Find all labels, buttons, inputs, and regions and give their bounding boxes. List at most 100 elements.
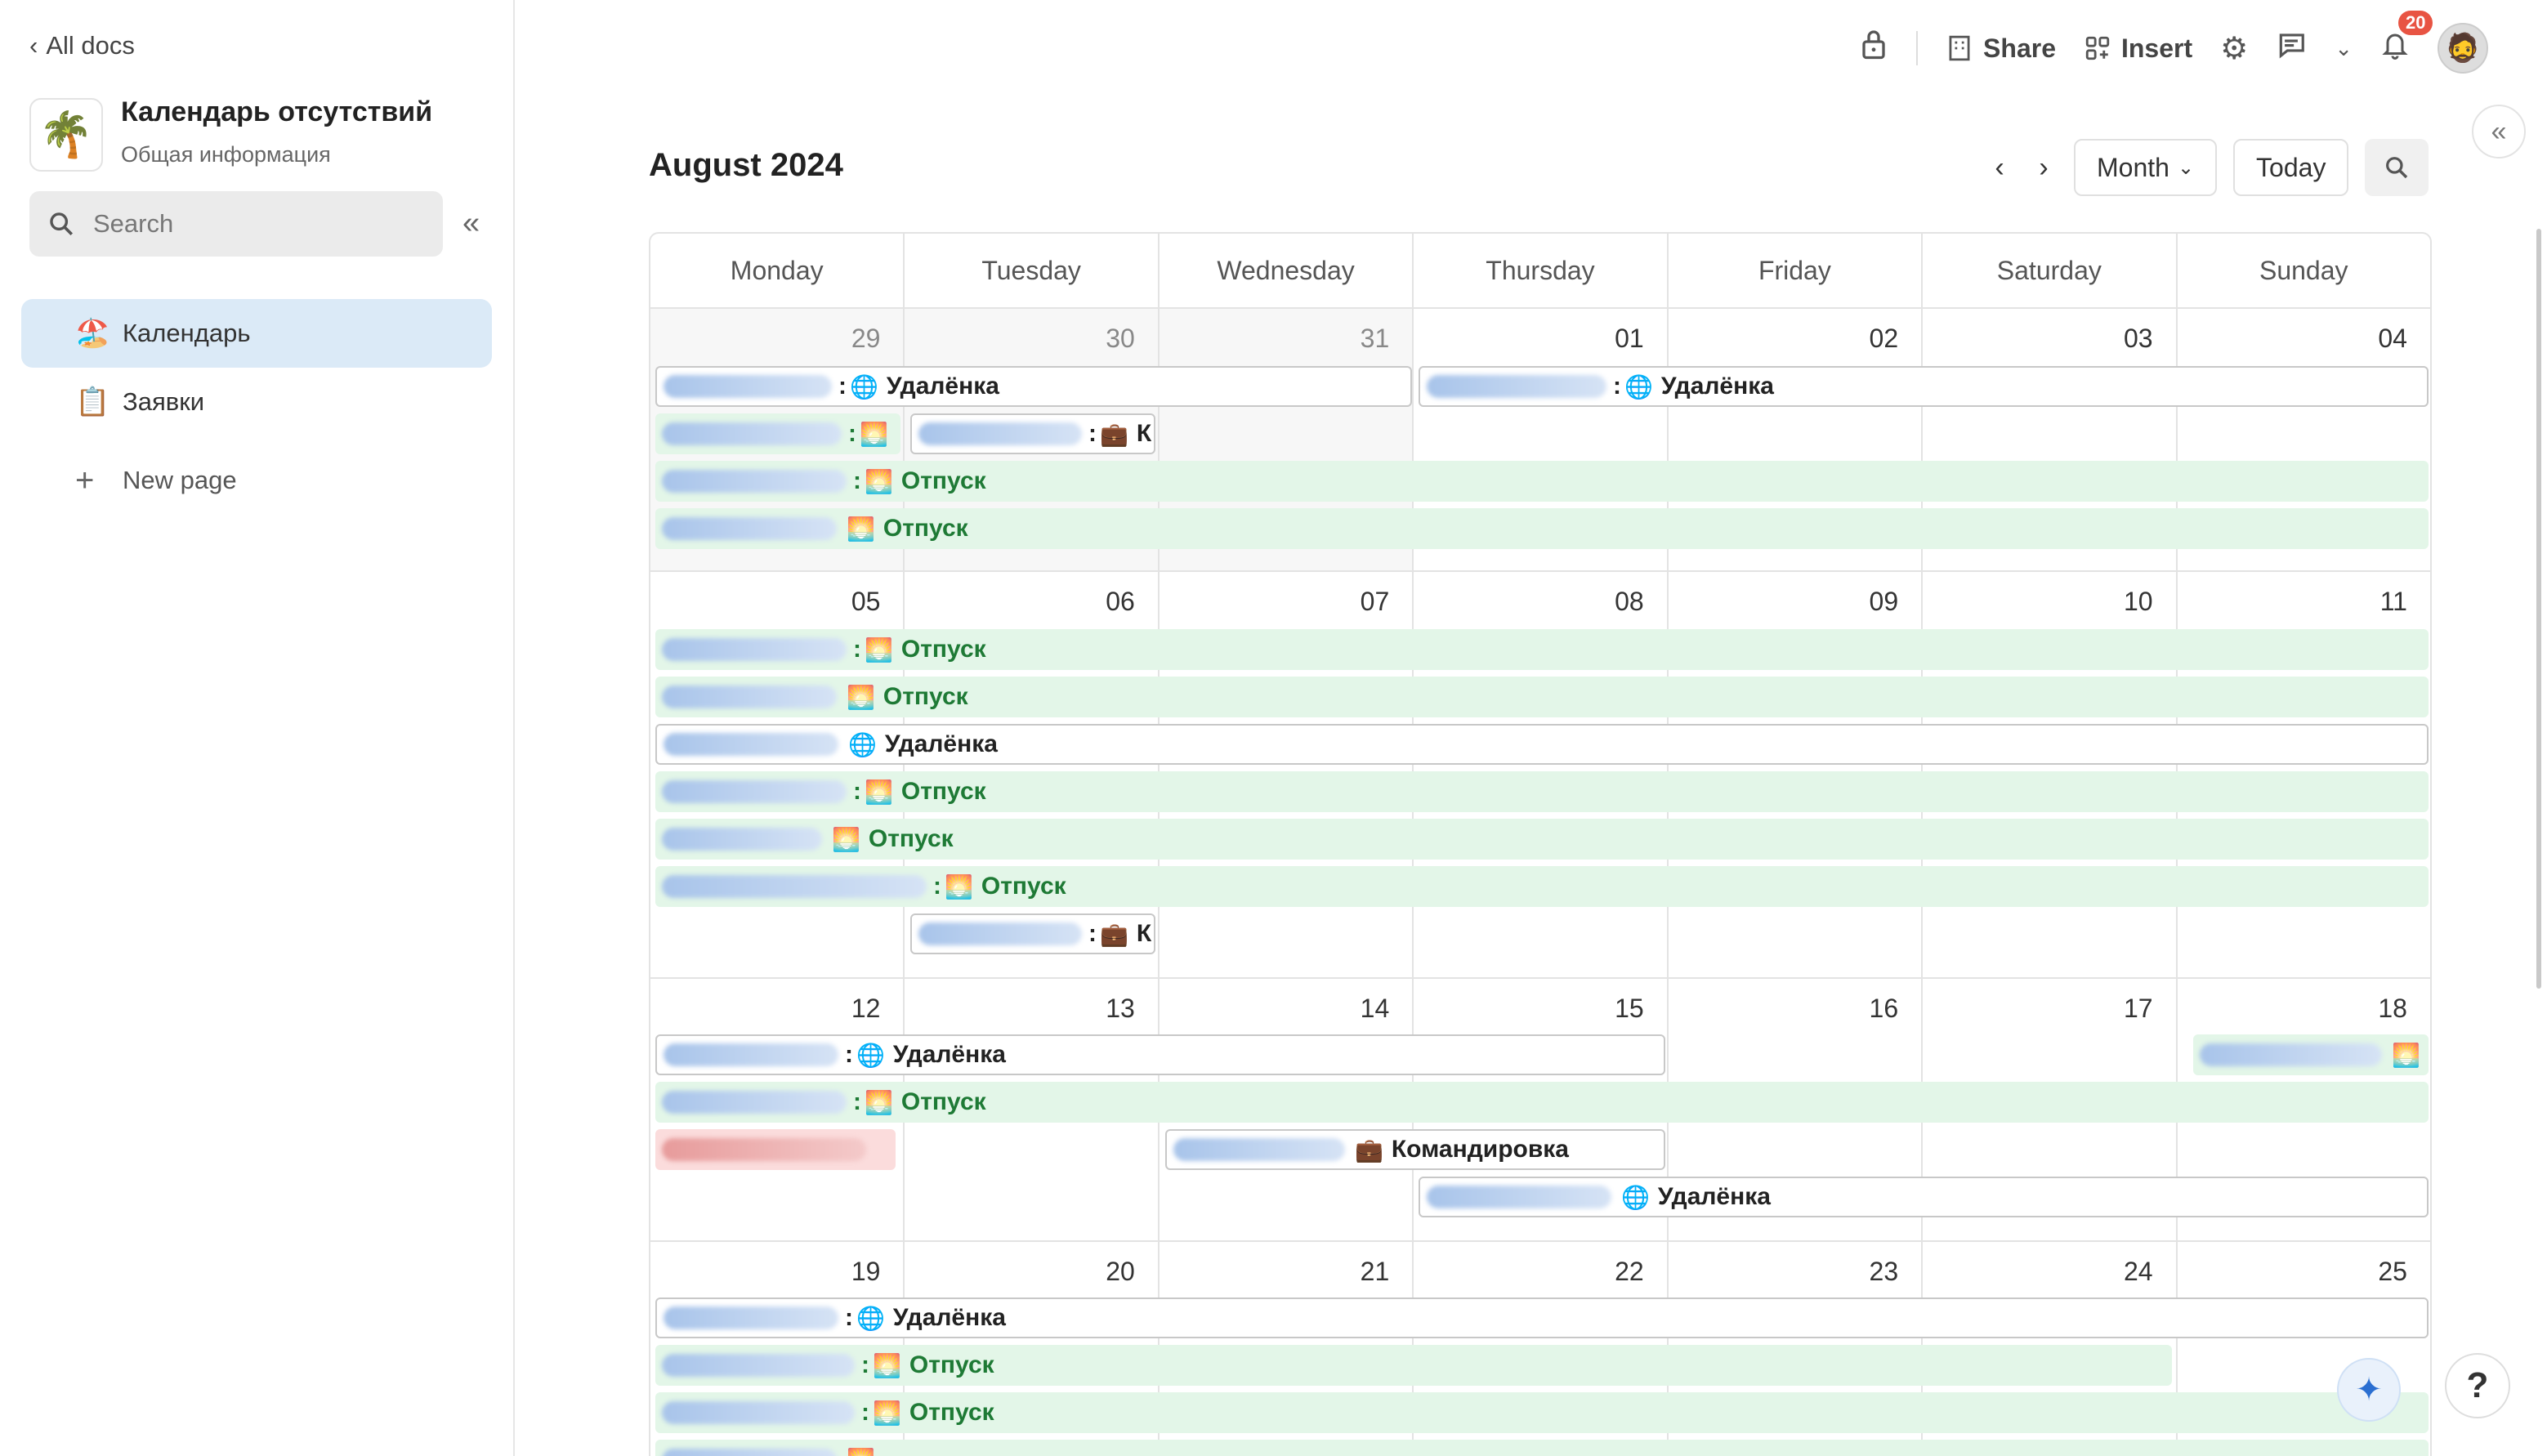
today-button[interactable]: Today — [2233, 139, 2349, 196]
view-select[interactable]: Month ⌄ — [2074, 139, 2218, 196]
sunset-icon: 🌅 — [847, 516, 875, 542]
weekday-label: Sunday — [2259, 255, 2348, 285]
next-month-icon[interactable]: › — [2030, 152, 2058, 184]
event-label: Отпуск — [900, 467, 986, 494]
today-label: Today — [2256, 152, 2326, 182]
event-remote[interactable]: : 🌐 Удалёнка — [1419, 366, 2429, 407]
event-vacation[interactable]: : 🌅 Отпуск — [655, 1082, 2429, 1123]
event-vacation[interactable]: 🌅 — [655, 1440, 2429, 1456]
calendar-search-icon[interactable] — [2365, 139, 2429, 196]
blurred-name — [918, 922, 1082, 945]
weekday-header: Monday Tuesday Wednesday Thursday Friday… — [650, 234, 2430, 309]
sidebar-item-label: Календарь — [123, 319, 251, 347]
event-vacation[interactable]: : 🌅 Отпуск — [655, 461, 2429, 502]
sidebar-item-calendar[interactable]: 🏖️ Календарь — [21, 299, 492, 368]
collapse-right-panel-icon[interactable]: « — [2472, 105, 2526, 159]
lock-icon[interactable] — [1859, 28, 1888, 69]
day-number: 17 — [2123, 994, 2153, 1023]
day-number: 24 — [2123, 1257, 2153, 1286]
event-vacation[interactable]: : 🌅 Отпуск — [655, 1392, 2429, 1433]
day-number: 02 — [1869, 324, 1899, 353]
collapse-sidebar-icon[interactable]: « — [462, 206, 480, 241]
grid-plus-icon — [2085, 36, 2110, 60]
comment-icon[interactable] — [2276, 29, 2307, 67]
blurred-name — [662, 1401, 855, 1424]
sidebar-item-requests[interactable]: 📋 Заявки — [21, 368, 492, 436]
event-remote[interactable]: 🌐 Удалёнка — [655, 724, 2429, 765]
calendar-week: 12 13 14 15 16 17 18 : 🌐 Удалёнка 🌅 : 🌅 Отпу… — [650, 979, 2430, 1242]
day-number: 06 — [1106, 587, 1135, 616]
event-vacation[interactable]: 🌅 Отпуск — [655, 508, 2429, 549]
blurred-name — [664, 1043, 838, 1066]
event-label: Командировка — [1391, 1136, 1569, 1163]
event-business-trip[interactable]: : 💼 К — [910, 413, 1155, 454]
day-number: 16 — [1869, 994, 1899, 1023]
event-remote[interactable]: : 🌐 Удалёнка — [655, 1297, 2429, 1338]
insert-button[interactable]: Insert — [2084, 33, 2192, 64]
day-number: 03 — [2123, 324, 2153, 353]
event-vacation[interactable]: : 🌅 — [655, 413, 900, 454]
doc-subtitle: Общая информация — [121, 142, 331, 167]
event-sick-leave[interactable] — [655, 1129, 896, 1170]
sunset-icon: 🌅 — [865, 779, 893, 805]
new-page-button[interactable]: + New page — [21, 446, 492, 515]
globe-icon: 🌐 — [856, 1305, 885, 1331]
day-number: 08 — [1615, 587, 1644, 616]
event-remote[interactable]: : 🌐 Удалёнка — [655, 1034, 1665, 1075]
chevron-down-icon[interactable]: ⌄ — [2335, 36, 2353, 61]
day-number: 10 — [2123, 587, 2153, 616]
blurred-name — [662, 1449, 837, 1456]
day-number: 21 — [1360, 1257, 1390, 1286]
event-label: Отпуск — [981, 873, 1066, 900]
day-number: 31 — [1360, 324, 1390, 353]
sunset-icon: 🌅 — [865, 468, 893, 494]
blurred-name — [664, 733, 838, 756]
event-vacation[interactable]: 🌅 Отпуск — [655, 677, 2429, 717]
event-label: Удалёнка — [892, 1041, 1006, 1068]
blurred-name — [662, 780, 847, 803]
event-label: Отпуск — [900, 778, 986, 805]
weekday-label: Monday — [650, 234, 905, 307]
globe-icon: 🌐 — [856, 1042, 885, 1068]
day-number: 20 — [1106, 1257, 1135, 1286]
event-vacation[interactable]: : 🌅 Отпуск — [655, 866, 2429, 907]
day-number: 23 — [1869, 1257, 1899, 1286]
umbrella-beach-icon: 🏖️ — [75, 318, 110, 349]
calendar-week: 29 30 31 01 02 03 04 : 🌐 Удалёнка : 🌐 Удалён… — [650, 309, 2430, 572]
gear-icon[interactable]: ⚙ — [2220, 30, 2248, 67]
help-button[interactable]: ? — [2445, 1353, 2510, 1418]
event-vacation[interactable]: : 🌅 Отпуск — [655, 771, 2429, 812]
ai-assistant-sparkle-icon[interactable]: ✦ — [2337, 1358, 2401, 1422]
event-label: Отпуск — [900, 636, 986, 663]
event-vacation[interactable]: 🌅 — [2193, 1034, 2429, 1075]
calendar-grid: Monday Tuesday Wednesday Thursday Friday… — [649, 232, 2432, 1456]
event-vacation[interactable]: : 🌅 Отпуск — [655, 1345, 2172, 1386]
search-input[interactable] — [93, 209, 404, 239]
event-business-trip[interactable]: : 💼 К — [910, 913, 1155, 954]
sunset-icon: 🌅 — [873, 1400, 901, 1426]
share-label: Share — [1983, 33, 2056, 63]
event-vacation[interactable]: : 🌅 Отпуск — [655, 629, 2429, 670]
notification-badge: 20 — [2398, 11, 2433, 35]
blurred-name — [662, 1138, 866, 1161]
share-button[interactable]: Share — [1946, 33, 2056, 64]
event-business-trip[interactable]: 💼 Командировка — [1165, 1129, 1665, 1170]
prev-month-icon[interactable]: ‹ — [1986, 152, 2013, 184]
globe-icon: 🌐 — [1621, 1184, 1650, 1210]
event-remote[interactable]: : 🌐 Удалёнка — [655, 366, 1412, 407]
notifications-button[interactable]: 20 — [2380, 11, 2433, 68]
day-number: 11 — [2379, 587, 2407, 616]
view-select-label: Month — [2097, 152, 2169, 182]
weekday-label: Saturday — [1923, 234, 2178, 307]
main-scrollbar[interactable] — [2536, 229, 2541, 989]
event-remote[interactable]: 🌐 Удалёнка — [1419, 1177, 2429, 1217]
sunset-icon: 🌅 — [832, 826, 860, 852]
palm-tree-icon: 🌴 — [29, 98, 103, 172]
event-vacation[interactable]: 🌅 Отпуск — [655, 819, 2429, 860]
weekday-label: Friday — [1669, 234, 1924, 307]
avatar[interactable]: 🧔 — [2438, 23, 2488, 74]
all-docs-link[interactable]: ‹ All docs — [29, 31, 135, 60]
weekday-label: Wednesday — [1160, 234, 1414, 307]
search-box[interactable] — [29, 191, 443, 257]
calendar-week: 19 20 21 22 23 24 25 : 🌐 Удалёнка : 🌅 Отпуск… — [650, 1242, 2430, 1456]
